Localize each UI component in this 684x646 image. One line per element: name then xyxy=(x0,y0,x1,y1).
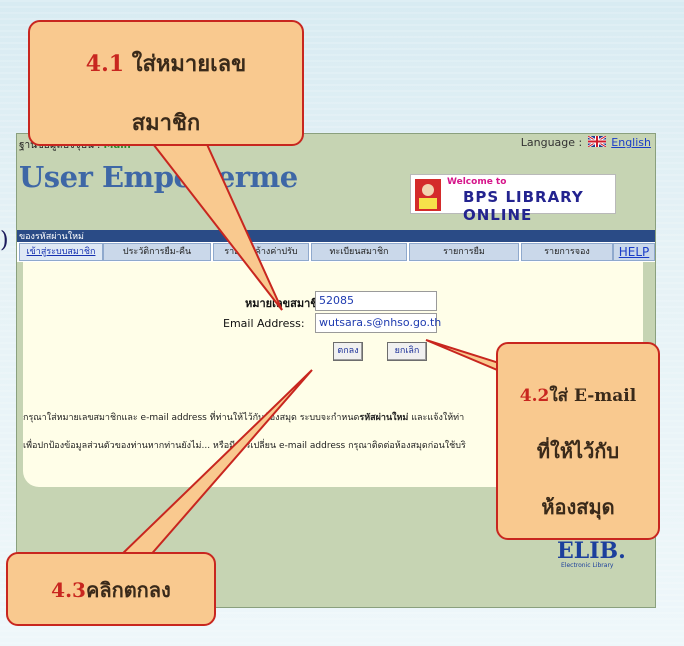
language-selector: Language : English xyxy=(521,136,651,149)
callout-2-line2: ที่ให้ไว้กับ xyxy=(536,439,620,463)
library-logo: Welcome to BPS LIBRARY ONLINE xyxy=(410,174,616,224)
tab-reservations[interactable]: รายการจอง xyxy=(521,243,613,261)
instruction-1-bold: รหัสผ่านใหม่ xyxy=(359,413,409,423)
callout-2-number: 4.2 xyxy=(519,386,550,406)
tab-help[interactable]: HELP xyxy=(613,243,655,261)
tab-outstanding-fines[interactable]: รายการค้างค่าปรับ xyxy=(213,243,309,261)
instruction-line-2: เพื่อปกป้องข้อมูลส่วนตัวของท่านหากท่านยั… xyxy=(23,441,466,451)
callout-email: 4.2ใส่ E-mail ที่ให้ไว้กับ ห้องสมุด xyxy=(496,342,660,540)
logo-welcome-text: Welcome to xyxy=(447,177,507,187)
tab-borrow-list[interactable]: รายการยืม xyxy=(409,243,519,261)
elib-subtitle: Electronic Library xyxy=(561,562,614,569)
navbar-label: ของรหัสผ่านใหม่ xyxy=(19,232,84,242)
tab-strip: เข้าสู่ระบบสมาชิก ประวัติการยืม-คืน รายก… xyxy=(17,242,655,262)
callout-1-line2: สมาชิก xyxy=(131,110,201,136)
english-link[interactable]: English xyxy=(611,136,651,149)
callout-1-line1: ใส่หมายเลข xyxy=(124,51,247,77)
ok-button[interactable]: ตกลง xyxy=(333,342,363,361)
callout-2-line1: ใส่ E-mail xyxy=(549,386,637,406)
member-number-input[interactable]: 52085 xyxy=(315,291,437,311)
email-label: Email Address: xyxy=(223,317,305,330)
callout-member-number: 4.1 ใส่หมายเลข สมาชิก xyxy=(28,20,304,146)
library-logo-icon xyxy=(415,179,441,211)
tab-member-registry[interactable]: ทะเบียนสมาชิก xyxy=(311,243,407,261)
uk-flag-icon xyxy=(587,136,606,147)
callout-1-number: 4.1 xyxy=(85,51,125,77)
tab-member-login[interactable]: เข้าสู่ระบบสมาชิก xyxy=(19,243,103,261)
instruction-line-1: กรุณาใส่หมายเลขสมาชิกและ e-mail address … xyxy=(23,410,464,424)
callout-2-line3: ห้องสมุด xyxy=(541,495,615,519)
slide-paren: ) xyxy=(0,228,9,253)
tab-borrow-history[interactable]: ประวัติการยืม-คืน xyxy=(103,243,211,261)
instruction-1-tail: และแจ้งให้ท่า xyxy=(408,413,465,423)
callout-3-line1: คลิกตกลง xyxy=(85,578,171,602)
email-input[interactable]: wutsara.s@nhso.go.th xyxy=(315,313,441,333)
logo-main-text: BPS LIBRARY ONLINE xyxy=(463,188,584,224)
page-title: User Empowerme xyxy=(19,160,298,194)
elib-logo: ELIB. xyxy=(557,538,626,564)
language-label: Language : xyxy=(520,136,583,149)
callout-click-ok: 4.3คลิกตกลง xyxy=(6,552,216,626)
cancel-button[interactable]: ยกเลิก xyxy=(387,342,427,361)
callout-3-number: 4.3 xyxy=(51,578,86,602)
instruction-1-text: กรุณาใส่หมายเลขสมาชิกและ e-mail address … xyxy=(23,413,360,423)
navigation-bar: ของรหัสผ่านใหม่ xyxy=(17,230,655,242)
